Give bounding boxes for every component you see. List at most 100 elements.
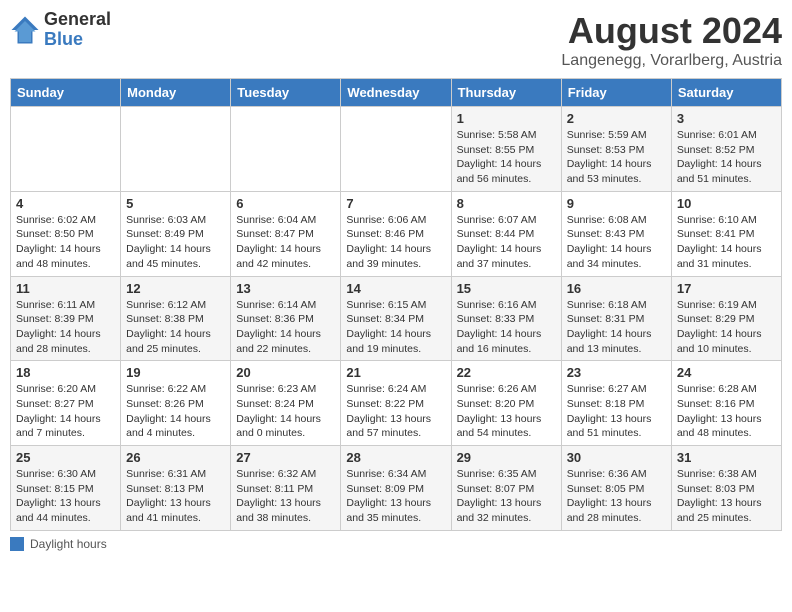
- day-number: 11: [16, 281, 115, 296]
- calendar-cell: 17Sunrise: 6:19 AM Sunset: 8:29 PM Dayli…: [671, 276, 781, 361]
- day-info: Sunrise: 6:28 AM Sunset: 8:16 PM Dayligh…: [677, 382, 776, 441]
- day-number: 6: [236, 196, 335, 211]
- day-number: 7: [346, 196, 445, 211]
- day-number: 3: [677, 111, 776, 126]
- day-info: Sunrise: 6:31 AM Sunset: 8:13 PM Dayligh…: [126, 467, 225, 526]
- calendar-cell: 19 Sunrise: 6:22 AM Sunset: 8:26 PM Dayli…: [121, 361, 231, 446]
- logo-text: General Blue: [44, 10, 111, 50]
- day-number: 12: [126, 281, 225, 296]
- calendar-cell: 4Sunrise: 6:02 AM Sunset: 8:50 PM Daylig…: [11, 191, 121, 276]
- legend-label: Daylight hours: [30, 537, 107, 551]
- day-number: 2: [567, 111, 666, 126]
- calendar-cell: 31Sunrise: 6:38 AM Sunset: 8:03 PM Dayli…: [671, 446, 781, 531]
- day-number: 28: [346, 450, 445, 465]
- calendar-cell: 6 Sunrise: 6:04 AM Sunset: 8:47 PM Daylig…: [231, 191, 341, 276]
- day-number: 27: [236, 450, 335, 465]
- calendar-cell: 30 Sunrise: 6:36 AM Sunset: 8:05 PM Dayli…: [561, 446, 671, 531]
- calendar-cell: 1Sunrise: 5:58 AM Sunset: 8:55 PM Daylig…: [451, 107, 561, 192]
- day-number: 22: [457, 365, 556, 380]
- weekday-header: Friday: [561, 79, 671, 107]
- weekday-header: Monday: [121, 79, 231, 107]
- day-info: Sunrise: 6:04 AM Sunset: 8:47 PM Dayligh…: [236, 213, 335, 272]
- calendar-cell: 15 Sunrise: 6:16 AM Sunset: 8:33 PM Dayli…: [451, 276, 561, 361]
- day-info: Sunrise: 6:03 AM Sunset: 8:49 PM Dayligh…: [126, 213, 225, 272]
- month-year-title: August 2024: [561, 10, 782, 52]
- day-info: Sunrise: 6:15 AM Sunset: 8:34 PM Dayligh…: [346, 298, 445, 357]
- day-number: 9: [567, 196, 666, 211]
- day-info: Sunrise: 6:12 AM Sunset: 8:38 PM Dayligh…: [126, 298, 225, 357]
- day-info: Sunrise: 6:34 AM Sunset: 8:09 PM Dayligh…: [346, 467, 445, 526]
- day-number: 1: [457, 111, 556, 126]
- calendar-cell: 10 Sunrise: 6:10 AM Sunset: 8:41 PM Dayli…: [671, 191, 781, 276]
- calendar-cell: 7 Sunrise: 6:06 AM Sunset: 8:46 PM Daylig…: [341, 191, 451, 276]
- calendar-cell: 11 Sunrise: 6:11 AM Sunset: 8:39 PM Dayli…: [11, 276, 121, 361]
- day-number: 19: [126, 365, 225, 380]
- day-number: 18: [16, 365, 115, 380]
- weekday-header: Sunday: [11, 79, 121, 107]
- calendar-week-row: 25 Sunrise: 6:30 AM Sunset: 8:15 PM Dayli…: [11, 446, 782, 531]
- day-number: 5: [126, 196, 225, 211]
- day-info: Sunrise: 6:36 AM Sunset: 8:05 PM Dayligh…: [567, 467, 666, 526]
- calendar-cell: 28 Sunrise: 6:34 AM Sunset: 8:09 PM Dayli…: [341, 446, 451, 531]
- calendar-cell: 22 Sunrise: 6:26 AM Sunset: 8:20 PM Dayli…: [451, 361, 561, 446]
- calendar-cell: 21 Sunrise: 6:24 AM Sunset: 8:22 PM Dayli…: [341, 361, 451, 446]
- calendar-cell: 25 Sunrise: 6:30 AM Sunset: 8:15 PM Dayli…: [11, 446, 121, 531]
- calendar-cell: 5 Sunrise: 6:03 AM Sunset: 8:49 PM Daylig…: [121, 191, 231, 276]
- day-info: Sunrise: 5:59 AM Sunset: 8:53 PM Dayligh…: [567, 128, 666, 187]
- logo: General Blue: [10, 10, 111, 50]
- calendar-cell: 13Sunrise: 6:14 AM Sunset: 8:36 PM Dayli…: [231, 276, 341, 361]
- calendar-cell: 8 Sunrise: 6:07 AM Sunset: 8:44 PM Daylig…: [451, 191, 561, 276]
- location-title: Langenegg, Vorarlberg, Austria: [561, 52, 782, 70]
- day-number: 23: [567, 365, 666, 380]
- day-number: 10: [677, 196, 776, 211]
- day-info: Sunrise: 6:11 AM Sunset: 8:39 PM Dayligh…: [16, 298, 115, 357]
- weekday-header: Wednesday: [341, 79, 451, 107]
- day-number: 21: [346, 365, 445, 380]
- day-info: Sunrise: 6:30 AM Sunset: 8:15 PM Dayligh…: [16, 467, 115, 526]
- day-number: 30: [567, 450, 666, 465]
- day-info: Sunrise: 6:24 AM Sunset: 8:22 PM Dayligh…: [346, 382, 445, 441]
- day-info: Sunrise: 6:20 AM Sunset: 8:27 PM Dayligh…: [16, 382, 115, 441]
- day-info: Sunrise: 6:26 AM Sunset: 8:20 PM Dayligh…: [457, 382, 556, 441]
- footer: Daylight hours: [10, 537, 782, 551]
- day-info: Sunrise: 6:32 AM Sunset: 8:11 PM Dayligh…: [236, 467, 335, 526]
- calendar-week-row: 4Sunrise: 6:02 AM Sunset: 8:50 PM Daylig…: [11, 191, 782, 276]
- calendar-cell: 12 Sunrise: 6:12 AM Sunset: 8:38 PM Dayli…: [121, 276, 231, 361]
- day-number: 31: [677, 450, 776, 465]
- title-section: August 2024 Langenegg, Vorarlberg, Austr…: [561, 10, 782, 70]
- day-info: Sunrise: 6:22 AM Sunset: 8:26 PM Dayligh…: [126, 382, 225, 441]
- calendar-cell: [121, 107, 231, 192]
- logo-general: General: [44, 10, 111, 30]
- day-info: Sunrise: 6:16 AM Sunset: 8:33 PM Dayligh…: [457, 298, 556, 357]
- day-number: 29: [457, 450, 556, 465]
- day-info: Sunrise: 6:06 AM Sunset: 8:46 PM Dayligh…: [346, 213, 445, 272]
- calendar-cell: 16Sunrise: 6:18 AM Sunset: 8:31 PM Dayli…: [561, 276, 671, 361]
- day-info: Sunrise: 6:19 AM Sunset: 8:29 PM Dayligh…: [677, 298, 776, 357]
- calendar-cell: 20 Sunrise: 6:23 AM Sunset: 8:24 PM Dayli…: [231, 361, 341, 446]
- weekday-header: Tuesday: [231, 79, 341, 107]
- legend-box: [10, 537, 24, 551]
- day-info: Sunrise: 6:10 AM Sunset: 8:41 PM Dayligh…: [677, 213, 776, 272]
- page-header: General Blue August 2024 Langenegg, Vora…: [10, 10, 782, 70]
- day-number: 25: [16, 450, 115, 465]
- calendar-week-row: 1Sunrise: 5:58 AM Sunset: 8:55 PM Daylig…: [11, 107, 782, 192]
- day-info: Sunrise: 6:27 AM Sunset: 8:18 PM Dayligh…: [567, 382, 666, 441]
- logo-icon: [10, 15, 40, 45]
- calendar-week-row: 11 Sunrise: 6:11 AM Sunset: 8:39 PM Dayli…: [11, 276, 782, 361]
- weekday-header: Thursday: [451, 79, 561, 107]
- calendar-cell: 29 Sunrise: 6:35 AM Sunset: 8:07 PM Dayli…: [451, 446, 561, 531]
- day-info: Sunrise: 6:02 AM Sunset: 8:50 PM Dayligh…: [16, 213, 115, 272]
- day-info: Sunrise: 6:23 AM Sunset: 8:24 PM Dayligh…: [236, 382, 335, 441]
- day-info: Sunrise: 6:07 AM Sunset: 8:44 PM Dayligh…: [457, 213, 556, 272]
- day-number: 15: [457, 281, 556, 296]
- day-number: 20: [236, 365, 335, 380]
- calendar-cell: 24Sunrise: 6:28 AM Sunset: 8:16 PM Dayli…: [671, 361, 781, 446]
- day-info: Sunrise: 6:35 AM Sunset: 8:07 PM Dayligh…: [457, 467, 556, 526]
- calendar-cell: [231, 107, 341, 192]
- calendar-cell: [341, 107, 451, 192]
- day-info: Sunrise: 6:18 AM Sunset: 8:31 PM Dayligh…: [567, 298, 666, 357]
- day-number: 26: [126, 450, 225, 465]
- calendar-cell: 26 Sunrise: 6:31 AM Sunset: 8:13 PM Dayli…: [121, 446, 231, 531]
- calendar-cell: 18 Sunrise: 6:20 AM Sunset: 8:27 PM Dayli…: [11, 361, 121, 446]
- day-number: 8: [457, 196, 556, 211]
